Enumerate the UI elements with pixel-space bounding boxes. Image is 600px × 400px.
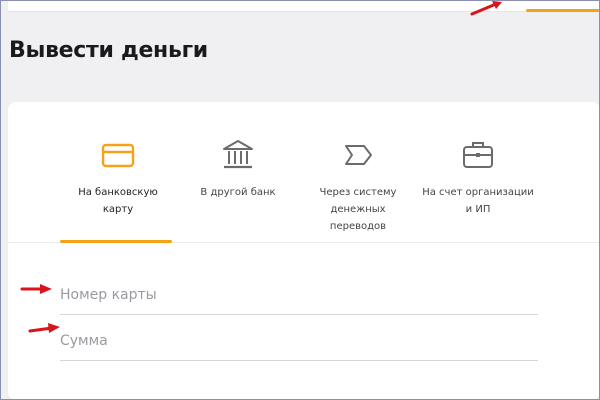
bank-icon (223, 140, 253, 169)
tab-organization-account[interactable]: На счет организации и ИП (418, 102, 538, 242)
tab-money-transfer[interactable]: Через систему денежных переводов (298, 102, 418, 242)
send-arrow-icon (345, 145, 372, 165)
page-title: Вывести деньги (9, 38, 208, 63)
card-number-input[interactable] (60, 280, 538, 315)
top-navigation-bar (8, 0, 600, 12)
tab-other-bank-label: В другой банк (200, 187, 276, 198)
withdraw-method-tabs: На банковскую карту В другой банк Через … (8, 102, 600, 243)
tab-bank-card-label: На банковскую карту (78, 187, 158, 215)
amount-input[interactable] (60, 326, 538, 361)
briefcase-icon (463, 142, 493, 168)
tab-bank-card[interactable]: На банковскую карту (58, 102, 178, 243)
credit-card-icon (101, 143, 135, 168)
active-tab-underline (60, 240, 172, 243)
active-nav-indicator (526, 9, 600, 12)
tab-money-transfer-label: Через систему денежных переводов (319, 187, 397, 232)
tab-organization-account-label: На счет организации и ИП (422, 187, 534, 215)
withdraw-card: На банковскую карту В другой банк Через … (8, 102, 600, 400)
tab-other-bank[interactable]: В другой банк (178, 102, 298, 242)
